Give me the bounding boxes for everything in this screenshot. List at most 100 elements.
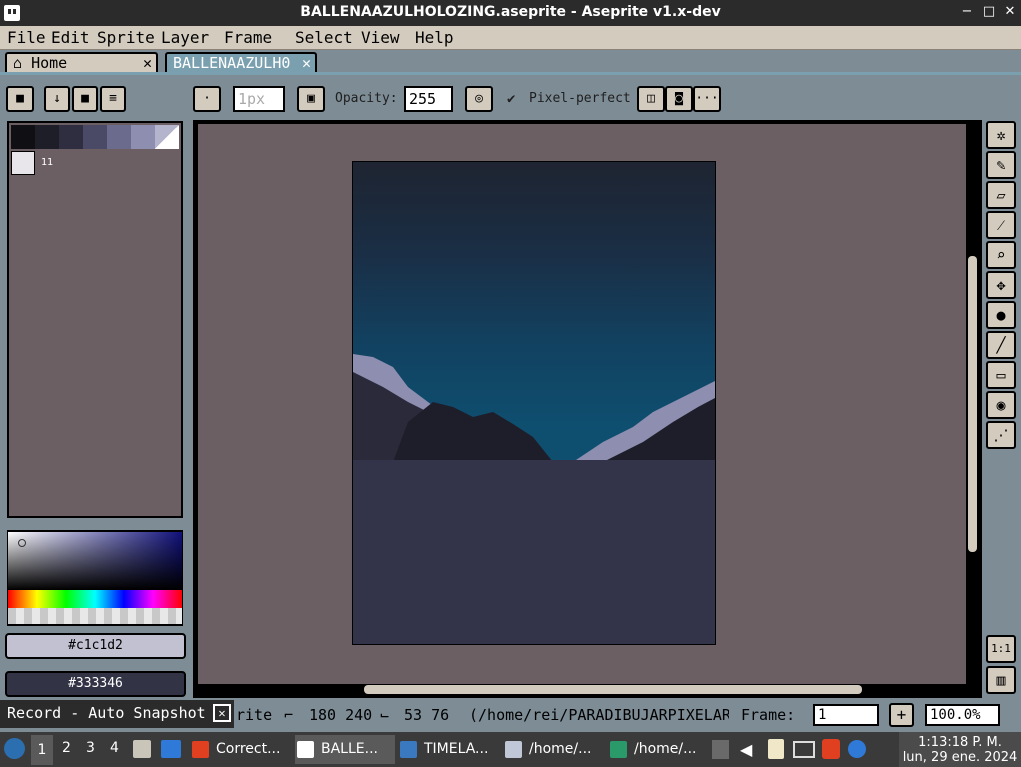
menu-help[interactable]: Help (415, 28, 454, 47)
background-color-button[interactable]: #333346 (5, 671, 186, 697)
menu-edit[interactable]: Edit (51, 28, 90, 47)
taskbar-app-image-viewer[interactable]: /home/... (608, 735, 708, 764)
menu-lines-icon: ≡ (109, 91, 117, 106)
tool-zoom-1to1[interactable]: 1:1 (986, 635, 1016, 663)
ink-type-button[interactable]: ▣ (297, 86, 325, 112)
frame-input[interactable]: 1 (813, 704, 879, 726)
magic-wand-icon: ✲ (996, 126, 1006, 144)
tool-rectangle[interactable]: ▭ (986, 361, 1016, 389)
clock[interactable]: 1:13:18 P. M. lun, 29 ene. 2024 (899, 732, 1021, 767)
palette-presets-button[interactable]: ■ (72, 86, 98, 112)
menu-view[interactable]: View (361, 28, 400, 47)
tool-bucket[interactable]: ● (986, 301, 1016, 329)
palette-swatch-last[interactable] (11, 151, 35, 175)
palette-swatch-5[interactable] (131, 125, 155, 149)
tool-magic-wand[interactable]: ✲ (986, 121, 1016, 149)
start-menu-icon[interactable] (4, 738, 25, 759)
lock-palette-button[interactable]: ■ (6, 86, 34, 112)
window-title: BALLENAAZULHOLOZING.aseprite - Aseprite … (300, 4, 721, 20)
alpha-bar[interactable] (8, 608, 182, 624)
palette-swatch-1[interactable] (35, 125, 59, 149)
taskbar-app-folder[interactable]: TIMELA... (398, 735, 498, 764)
target-icon: ◎ (475, 91, 483, 106)
minimize-button[interactable]: − (958, 3, 976, 21)
file-manager-icon[interactable] (133, 740, 151, 758)
palette-swatch-6[interactable] (155, 125, 179, 149)
dynamics-icon: ◙ (675, 91, 683, 106)
image-viewer-icon (610, 741, 627, 758)
foreground-color-button[interactable]: #c1c1d2 (5, 633, 186, 659)
eject-icon[interactable] (712, 740, 729, 759)
tool-timeline[interactable]: ▥ (986, 666, 1016, 694)
tab-bar: ⌂ Home ✕ BALLENAAZULH0 ✕ (0, 50, 1021, 74)
tab-home[interactable]: ⌂ Home ✕ (5, 52, 158, 74)
brush-size-input[interactable]: 1px (233, 86, 285, 112)
palette-index-label: 11 (41, 157, 54, 168)
tool-contour[interactable]: ◉ (986, 391, 1016, 419)
record-close-icon[interactable]: ✕ (213, 704, 231, 722)
workspace-1[interactable]: 1 (31, 735, 53, 765)
add-frame-button[interactable]: + (889, 703, 914, 727)
tool-eyedropper[interactable]: ⁄ (986, 211, 1016, 239)
palette-options-button[interactable]: ≡ (100, 86, 126, 112)
tab-file-close-icon[interactable]: ✕ (302, 54, 311, 72)
lock-icon: ■ (16, 91, 24, 106)
tab-sprite-file[interactable]: BALLENAAZULH0 ✕ (165, 52, 317, 74)
clock-time: 1:13:18 P. M. (918, 735, 1002, 750)
opacity-input[interactable]: 255 (404, 86, 453, 112)
workspace-3[interactable]: 3 (86, 740, 95, 756)
taskbar-app-editor[interactable]: /home/... (503, 735, 603, 764)
palette-sort-button[interactable]: ↓ (44, 86, 70, 112)
taskbar-app-browser-label: Correct... (216, 741, 281, 757)
tool-line[interactable]: ╱ (986, 331, 1016, 359)
taskbar-app-aseprite[interactable]: BALLE... (295, 735, 395, 764)
tool-eraser[interactable]: ▱ (986, 181, 1016, 209)
symmetry-button[interactable]: ◫ (637, 86, 665, 112)
clipboard-icon[interactable] (768, 739, 784, 759)
hue-bar[interactable] (8, 590, 182, 608)
taskbar-app-image-viewer-label: /home/... (634, 741, 697, 757)
status-file-prefix: rite (236, 706, 273, 724)
record-label: Record - Auto Snapshot (7, 704, 206, 722)
vertical-scrollbar[interactable] (968, 256, 977, 552)
horizontal-scrollbar[interactable] (364, 685, 862, 694)
menu-file[interactable]: File (7, 28, 46, 47)
blur-icon: ⋰ (993, 426, 1009, 444)
brave-tray-icon[interactable] (822, 739, 840, 759)
spray-button[interactable]: ◎ (465, 86, 493, 112)
restore-button[interactable]: □ (980, 3, 998, 21)
taskbar: 1 2 3 4 Correct... BALLE... TIMELA... /h… (0, 732, 1021, 767)
zoom-input[interactable]: 100.0% (925, 704, 1000, 726)
palette-swatch-0[interactable] (11, 125, 35, 149)
menu-layer[interactable]: Layer (161, 28, 209, 47)
paint-bucket-icon: ● (996, 306, 1006, 324)
pixel-perfect-check-icon[interactable]: ✔ (507, 91, 515, 107)
palette-swatch-4[interactable] (107, 125, 131, 149)
tool-pencil[interactable]: ✎ (986, 151, 1016, 179)
color-sv-field[interactable] (8, 532, 182, 590)
palette-panel: 11 (7, 121, 183, 518)
workspace-2[interactable]: 2 (62, 740, 71, 756)
menu-select[interactable]: Select (295, 28, 353, 47)
aseprite-icon (297, 741, 314, 758)
update-notifier-icon[interactable] (848, 740, 866, 758)
desktop-icon[interactable] (161, 740, 181, 758)
tool-zoom[interactable]: ⌕ (986, 241, 1016, 269)
more-options-button[interactable]: ··· (693, 86, 721, 112)
tool-blur[interactable]: ⋰ (986, 421, 1016, 449)
tool-move[interactable]: ✥ (986, 271, 1016, 299)
menu-frame[interactable]: Frame (224, 28, 272, 47)
status-position: 53 76 (404, 706, 450, 724)
taskbar-app-browser[interactable]: Correct... (190, 735, 290, 764)
brush-type-button[interactable]: · (193, 86, 221, 112)
volume-icon[interactable]: ◀ (740, 740, 752, 759)
menu-sprite[interactable]: Sprite (97, 28, 155, 47)
sprite-canvas[interactable] (352, 161, 716, 645)
palette-swatch-3[interactable] (83, 125, 107, 149)
workspace-4[interactable]: 4 (110, 740, 119, 756)
tab-home-close-icon[interactable]: ✕ (143, 54, 152, 72)
close-window-button[interactable]: ✕ (1001, 3, 1019, 21)
palette-swatch-2[interactable] (59, 125, 83, 149)
display-icon[interactable] (793, 741, 815, 758)
dynamics-button[interactable]: ◙ (665, 86, 693, 112)
